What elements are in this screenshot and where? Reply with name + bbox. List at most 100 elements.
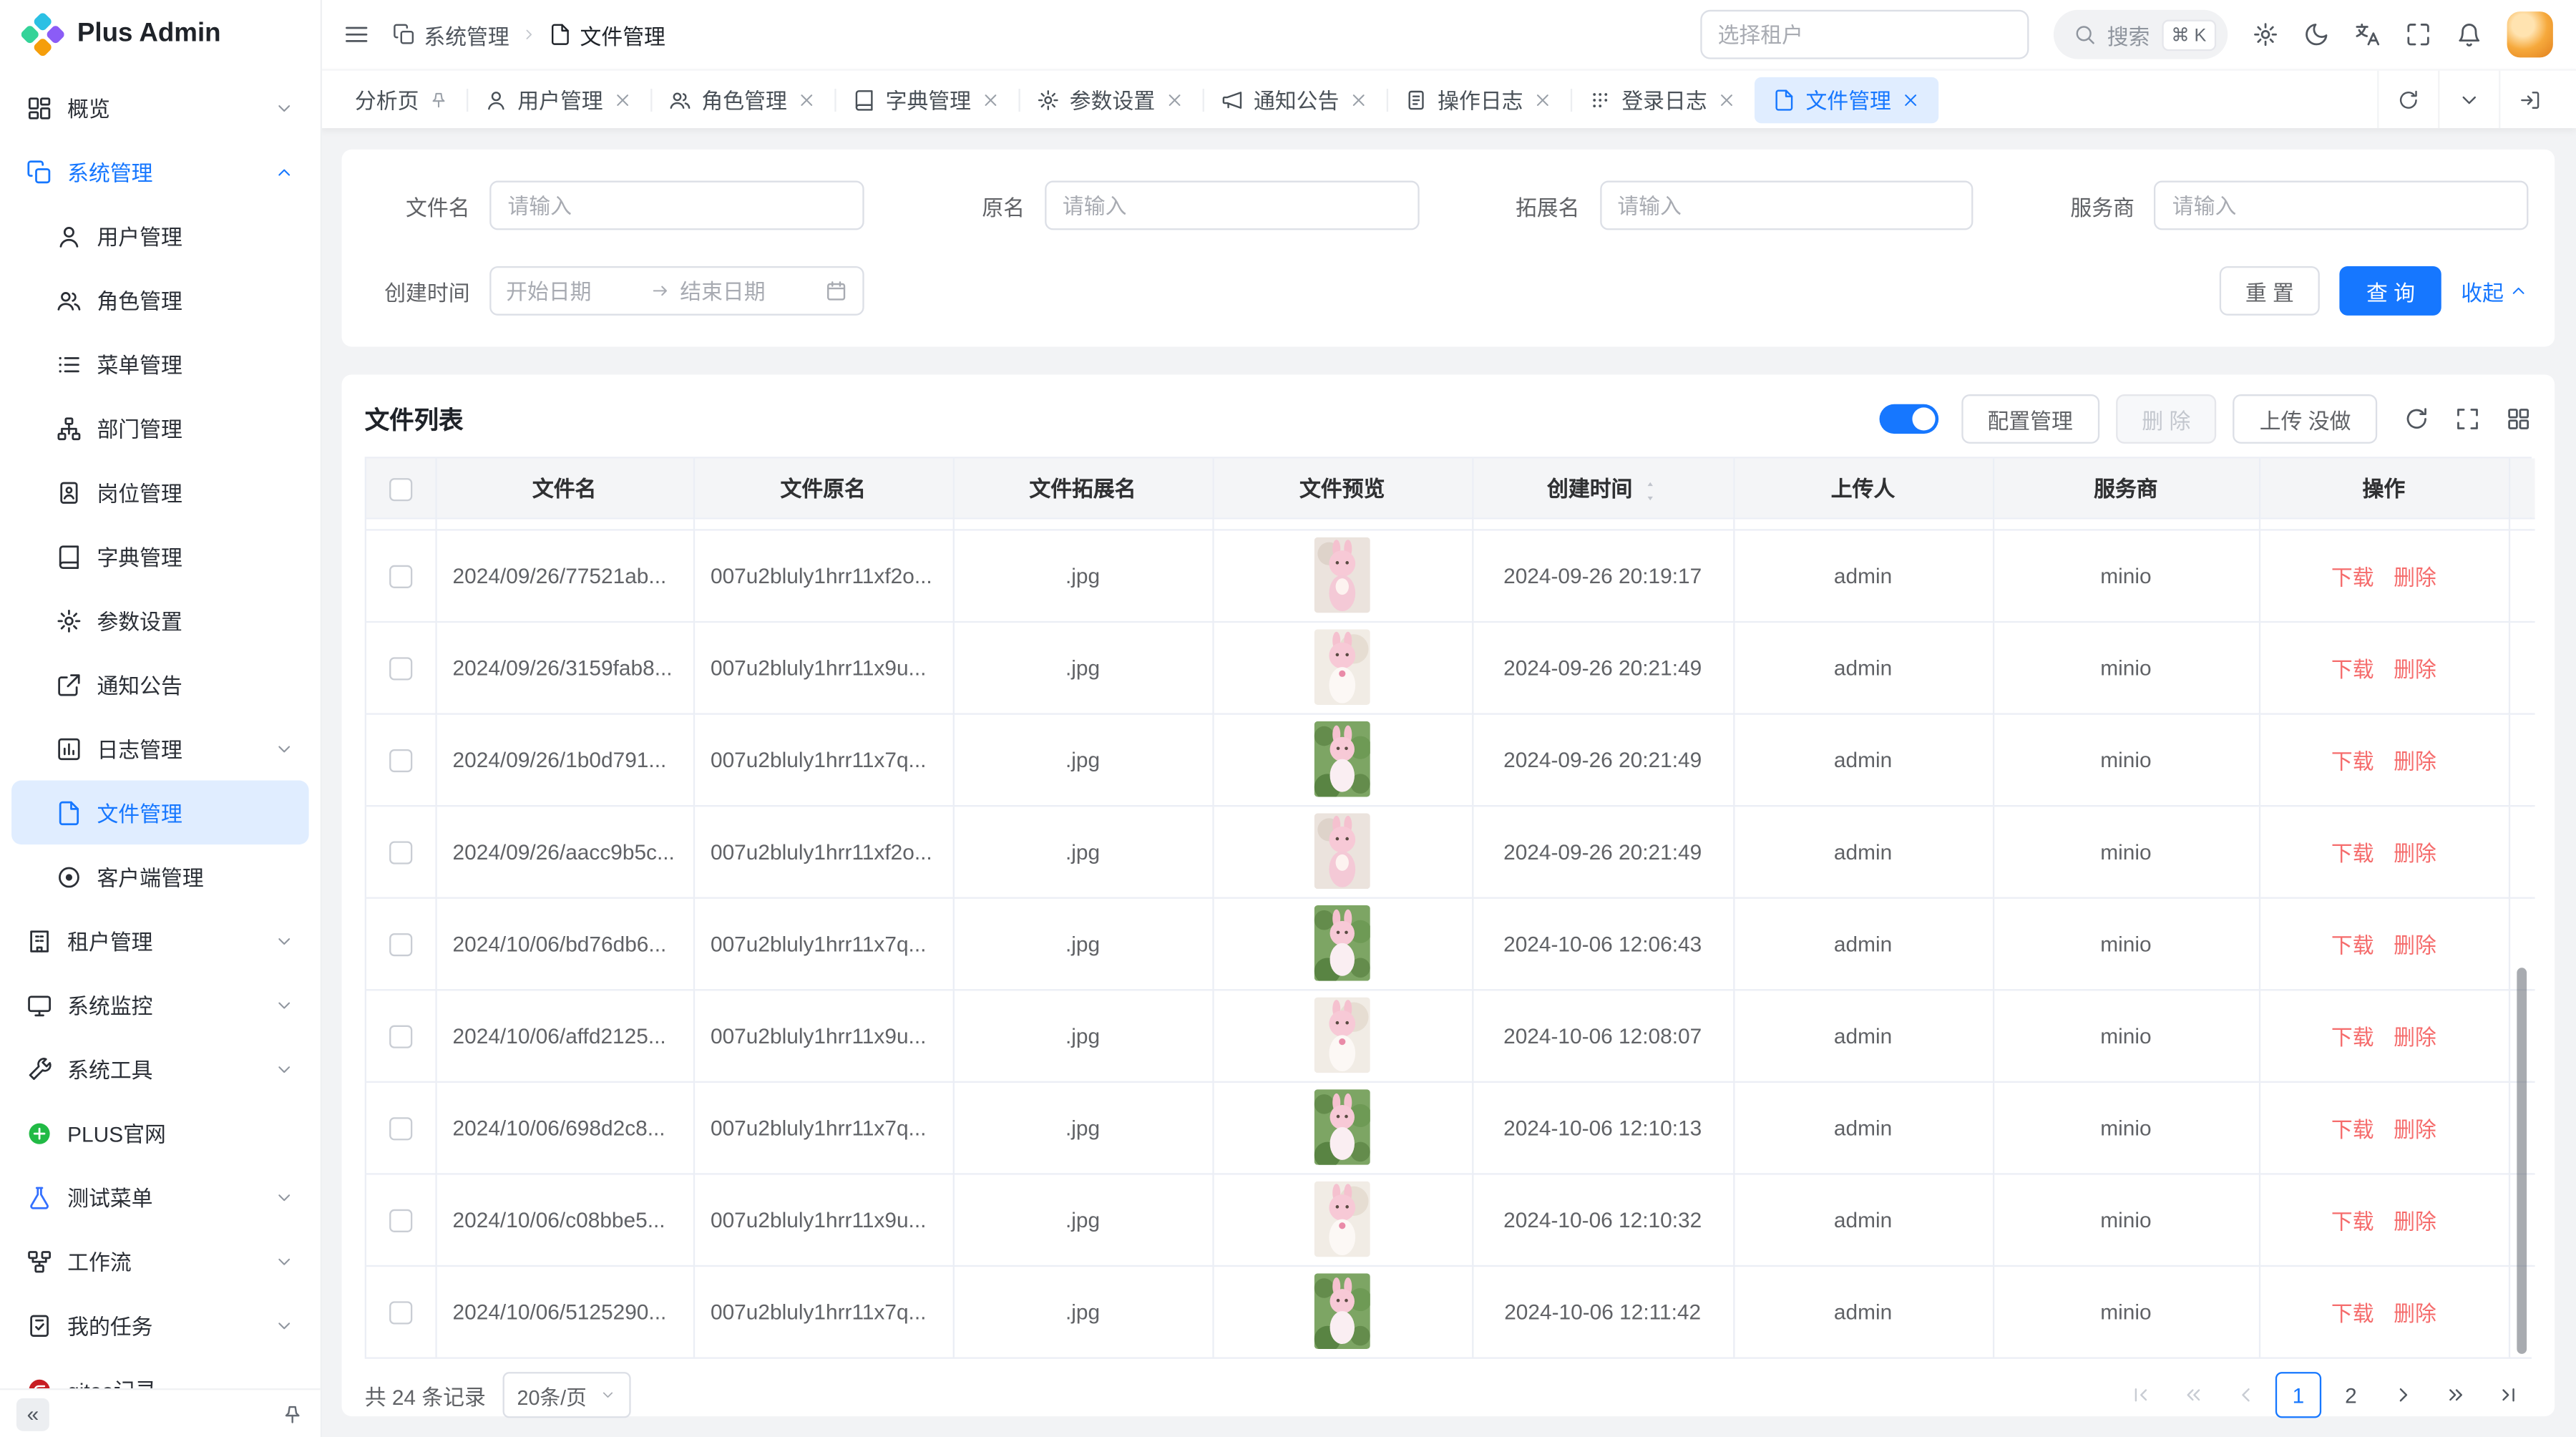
tab-item[interactable]: 角色管理 (650, 77, 834, 122)
sidebar-item[interactable]: gitee记录 (11, 1357, 309, 1388)
download-link[interactable]: 下载 (2331, 1111, 2374, 1143)
column-header[interactable]: 创建时间 (1472, 459, 1733, 518)
close-icon[interactable] (613, 89, 633, 109)
sidebar-item[interactable]: 租户管理 (11, 909, 309, 973)
row-checkbox[interactable] (389, 565, 412, 588)
table-row[interactable]: 2024/10/06/affd2125... 007u2bluly1hrr11x… (366, 989, 2535, 1081)
row-checkbox[interactable] (389, 1301, 412, 1324)
tab-item[interactable]: 登录日志 (1571, 77, 1755, 122)
close-icon[interactable] (1165, 89, 1185, 109)
download-link[interactable]: 下载 (2331, 560, 2374, 591)
sidebar-item[interactable]: 用户管理 (11, 204, 309, 268)
close-icon[interactable] (797, 89, 817, 109)
table-row[interactable]: 2024/09/26/aacc9b5c... 007u2bluly1hrr11x… (366, 805, 2535, 897)
file-preview-image[interactable] (1314, 1274, 1370, 1350)
breadcrumb-item[interactable]: 系统管理 (393, 19, 509, 50)
jump-back-button[interactable] (2170, 1372, 2216, 1418)
close-icon[interactable] (1533, 89, 1553, 109)
table-row[interactable]: 2024/10/06/bd76db6... 007u2bluly1hrr11x7… (366, 897, 2535, 990)
table-row[interactable]: 2024/09/26/1b0d791... 007u2bluly1hrr11x7… (366, 713, 2535, 805)
sidebar-item[interactable]: 系统监控 (11, 973, 309, 1037)
delete-link[interactable]: 删除 (2394, 1020, 2436, 1051)
pin-icon[interactable] (429, 89, 449, 109)
close-icon[interactable] (1717, 89, 1737, 109)
row-checkbox[interactable] (389, 1025, 412, 1048)
tab-refresh-button[interactable] (2377, 71, 2438, 128)
table-row[interactable]: 2024/09/26/77521ab... 007u2bluly1hrr11xf… (366, 529, 2535, 621)
delete-selected-button[interactable]: 删 除 (2116, 394, 2217, 444)
config-management-button[interactable]: 配置管理 (1961, 394, 2099, 444)
sidebar-item[interactable]: 日志管理 (11, 716, 309, 781)
tab-item[interactable]: 字典管理 (834, 77, 1018, 122)
download-link[interactable]: 下载 (2331, 1296, 2374, 1328)
row-checkbox[interactable] (389, 1117, 412, 1140)
settings-button[interactable] (2253, 21, 2279, 48)
delete-link[interactable]: 删除 (2394, 744, 2436, 775)
tab-item[interactable]: 分析页 (337, 77, 467, 122)
delete-link[interactable]: 删除 (2394, 1204, 2436, 1235)
upload-button[interactable]: 上传 没做 (2233, 394, 2377, 444)
row-checkbox[interactable] (389, 657, 412, 680)
sidebar-item[interactable]: 角色管理 (11, 268, 309, 332)
table-row[interactable]: 2024/10/06/c08bbe5... 007u2bluly1hrr11x9… (366, 1173, 2535, 1265)
filter-input[interactable] (1599, 181, 1974, 230)
close-icon[interactable] (1901, 89, 1921, 109)
table-scrollbar[interactable] (2517, 968, 2527, 1354)
language-button[interactable] (2354, 21, 2381, 48)
file-preview-image[interactable] (1314, 537, 1370, 613)
tab-item[interactable]: 用户管理 (467, 77, 650, 122)
column-settings-button[interactable] (2505, 406, 2532, 432)
table-row[interactable]: 2024/10/06/5125290... 007u2bluly1hrr11x7… (366, 1265, 2535, 1358)
tab-exit-button[interactable] (2499, 71, 2560, 128)
next-page-button[interactable] (2381, 1372, 2426, 1418)
file-preview-image[interactable] (1314, 813, 1370, 889)
tab-item[interactable]: 操作日志 (1387, 77, 1571, 122)
sidebar-item[interactable]: 通知公告 (11, 652, 309, 716)
global-search[interactable]: 搜索 ⌘ K (2053, 10, 2228, 59)
sidebar-item[interactable]: 菜单管理 (11, 332, 309, 396)
sidebar-item[interactable]: 我的任务 (11, 1293, 309, 1358)
query-button[interactable]: 查 询 (2340, 266, 2441, 316)
table-row[interactable]: 2024/09/26/3159fab8... 007u2bluly1hrr11x… (366, 621, 2535, 713)
sidebar-item[interactable]: 参数设置 (11, 588, 309, 653)
filter-input[interactable] (1045, 181, 1419, 230)
first-page-button[interactable] (2117, 1372, 2163, 1418)
tenant-select[interactable] (1699, 10, 2028, 59)
file-preview-image[interactable] (1314, 1089, 1370, 1165)
close-icon[interactable] (981, 89, 1001, 109)
page-size-select[interactable]: 20条/页 (502, 1372, 631, 1418)
sidebar-item[interactable]: 部门管理 (11, 396, 309, 460)
download-link[interactable]: 下载 (2331, 744, 2374, 775)
file-preview-image[interactable] (1314, 721, 1370, 797)
sidebar-item[interactable]: 测试菜单 (11, 1165, 309, 1229)
delete-link[interactable]: 删除 (2394, 651, 2436, 683)
download-link[interactable]: 下载 (2331, 1204, 2374, 1235)
sidebar-item[interactable]: 工作流 (11, 1229, 309, 1293)
sidebar-collapse-button[interactable]: « (16, 1398, 49, 1431)
delete-link[interactable]: 删除 (2394, 1111, 2436, 1143)
dark-mode-button[interactable] (2303, 21, 2330, 48)
row-checkbox[interactable] (389, 841, 412, 864)
download-link[interactable]: 下载 (2331, 1020, 2374, 1051)
file-preview-image[interactable] (1314, 1182, 1370, 1257)
delete-link[interactable]: 删除 (2394, 560, 2436, 591)
sidebar-item[interactable]: PLUS官网 (11, 1101, 309, 1165)
sidebar-item[interactable]: 字典管理 (11, 524, 309, 588)
sort-icon[interactable] (1644, 479, 1659, 502)
date-start-input[interactable] (506, 278, 640, 303)
select-all-checkbox[interactable] (389, 477, 412, 500)
download-link[interactable]: 下载 (2331, 927, 2374, 959)
file-preview-image[interactable] (1314, 629, 1370, 705)
table-fullscreen-button[interactable] (2454, 406, 2481, 432)
file-preview-image[interactable] (1314, 905, 1370, 981)
date-range-picker[interactable] (489, 266, 864, 316)
tab-item[interactable]: 文件管理 (1755, 77, 1938, 122)
sidebar-item[interactable]: 岗位管理 (11, 460, 309, 525)
reset-button[interactable]: 重 置 (2219, 266, 2320, 316)
download-link[interactable]: 下载 (2331, 835, 2374, 867)
date-end-input[interactable] (680, 278, 814, 303)
avatar[interactable] (2507, 11, 2553, 57)
fullscreen-button[interactable] (2405, 21, 2431, 48)
sidebar-item[interactable]: 系统管理 (11, 140, 309, 204)
row-checkbox[interactable] (389, 749, 412, 771)
